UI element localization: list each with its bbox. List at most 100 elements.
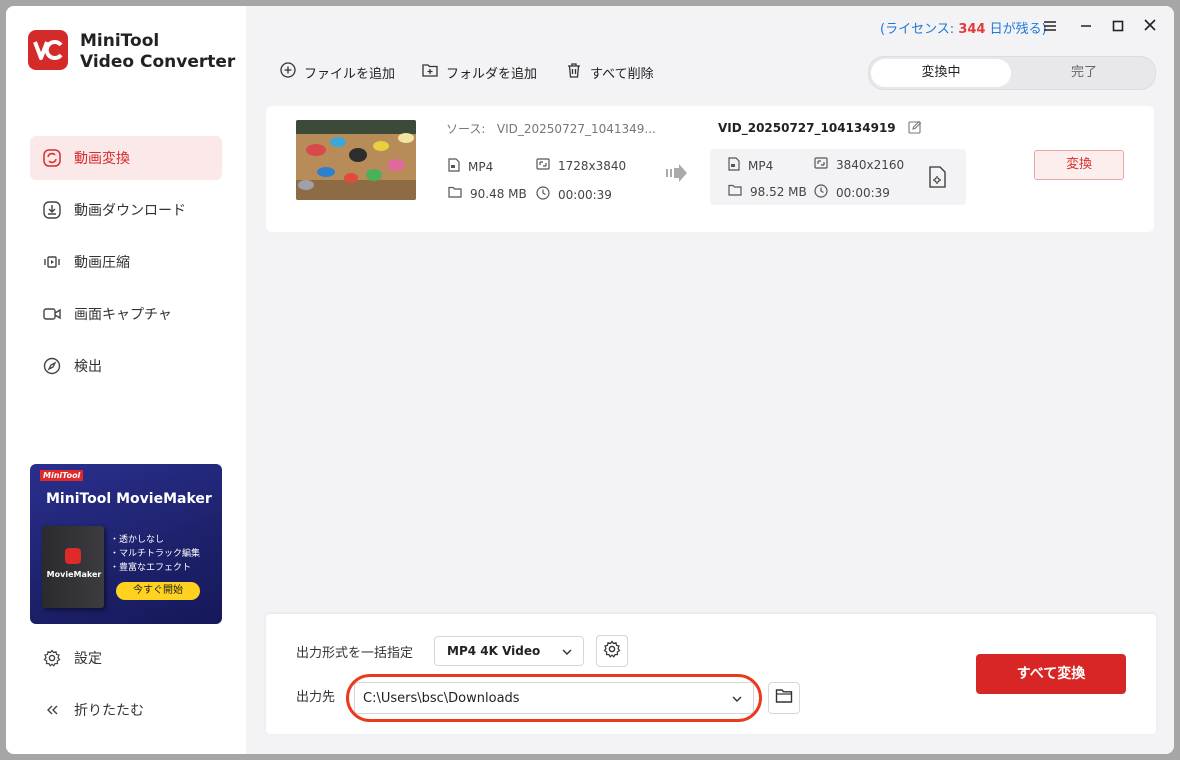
output-destination-label: 出力先: [296, 690, 336, 705]
app-logo: [28, 30, 68, 70]
status-toggle: 変換中 完了: [868, 56, 1156, 90]
close-button[interactable]: [1140, 16, 1160, 36]
source-duration: 00:00:39: [536, 186, 612, 203]
settings-label: 設定: [74, 651, 102, 667]
convert-arrow-icon: [666, 164, 688, 186]
moviemaker-logo-icon: [65, 548, 81, 564]
source-resolution-value: 1728x3840: [558, 158, 627, 173]
sidebar-item-label: 動画ダウンロード: [74, 203, 186, 219]
output-settings-panel: 出力形式を一括指定 MP4 4K Video 出力先 C:\Users\bsc\…: [266, 614, 1156, 734]
source-file-name: VID_20250727_1041349...: [496, 122, 656, 136]
download-icon: [42, 200, 62, 220]
browse-folder-button[interactable]: [768, 682, 800, 714]
output-format-select-value: MP4 4K Video: [447, 644, 541, 658]
folder-icon: [775, 688, 793, 708]
brand-product: Video Converter: [80, 52, 236, 72]
add-folder-button[interactable]: フォルダを追加: [422, 62, 537, 82]
output-format-select[interactable]: MP4 4K Video: [434, 636, 584, 666]
sidebar-item-screen-capture[interactable]: 画面キャプチャ: [30, 292, 222, 336]
add-file-button[interactable]: ファイルを追加: [280, 62, 395, 82]
app-window: MiniTool Video Converter 動画変換 動画ダウンロード 動…: [6, 6, 1174, 754]
license-prefix: (ライセンス:: [880, 22, 959, 37]
sidebar-item-label: 画面キャプチャ: [74, 307, 172, 323]
output-format-value: MP4: [748, 158, 774, 173]
output-format: MP4: [728, 157, 773, 174]
gear-icon: [603, 640, 621, 662]
source-duration-value: 00:00:39: [558, 187, 612, 202]
collapse-label: 折りたたむ: [74, 703, 144, 719]
compass-icon: [42, 356, 62, 376]
minimize-icon: [1080, 17, 1092, 36]
resolution-icon: [814, 157, 836, 172]
trash-icon: [566, 62, 590, 82]
format-settings-button[interactable]: [596, 635, 628, 667]
output-settings-icon[interactable]: [928, 166, 948, 192]
menu-button[interactable]: [1040, 16, 1060, 36]
output-file-name: VID_20250727_104134919: [718, 120, 922, 137]
output-duration: 00:00:39: [814, 184, 890, 201]
video-thumbnail[interactable]: [296, 120, 416, 200]
folder-plus-icon: [422, 62, 446, 82]
close-icon: [1143, 17, 1157, 36]
license-suffix: 日が残る): [985, 22, 1047, 37]
license-days: 344: [958, 22, 986, 37]
minimize-button[interactable]: [1076, 16, 1096, 36]
double-chevron-left-icon: [42, 700, 62, 720]
sidebar-item-video-download[interactable]: 動画ダウンロード: [30, 188, 222, 232]
chevron-down-icon: [561, 646, 573, 660]
sidebar-item-video-compress[interactable]: 動画圧縮: [30, 240, 222, 284]
moviemaker-box-image: MovieMaker: [42, 526, 104, 608]
source-info: ソース: VID_20250727_1041349...: [446, 120, 656, 137]
source-resolution: 1728x3840: [536, 158, 626, 173]
maximize-icon: [1112, 17, 1124, 36]
main-area: (ライセンス: 344 日が残る) ファイルを追加 フォルダを追加 すべて削除 …: [246, 6, 1174, 754]
box-label: MovieMaker: [46, 570, 102, 579]
output-resolution-value: 3840x2160: [836, 157, 905, 172]
start-now-button[interactable]: 今すぐ開始: [116, 582, 200, 600]
add-file-label: ファイルを追加: [304, 66, 396, 82]
delete-all-label: すべて削除: [590, 66, 654, 82]
clock-icon: [814, 184, 836, 201]
compress-icon: [42, 252, 62, 272]
output-size: 98.52 MB: [728, 184, 807, 199]
promo-tag: MiniTool: [40, 470, 84, 481]
sidebar-item-video-convert[interactable]: 動画変換: [30, 136, 222, 180]
output-size-value: 98.52 MB: [750, 184, 807, 199]
maximize-button[interactable]: [1108, 16, 1128, 36]
output-format-label: 出力形式を一括指定: [296, 646, 414, 661]
source-format: MP4: [448, 158, 493, 175]
refresh-icon: [42, 148, 62, 168]
promo-feature: ・豊富なエフェクト: [110, 563, 192, 573]
moviemaker-promo-banner[interactable]: MiniTool MiniTool MovieMaker MovieMaker …: [30, 464, 222, 624]
license-status[interactable]: (ライセンス: 344 日が残る): [880, 18, 1047, 37]
source-format-value: MP4: [468, 159, 494, 174]
output-file-name-text: VID_20250727_104134919: [718, 121, 896, 135]
settings-button[interactable]: 設定: [30, 636, 222, 680]
source-size-value: 90.48 MB: [470, 186, 527, 201]
brand-name: MiniTool: [80, 31, 160, 51]
collapse-sidebar-button[interactable]: 折りたたむ: [30, 688, 222, 732]
promo-title: MiniTool MovieMaker: [46, 491, 212, 507]
tab-converting[interactable]: 変換中: [871, 59, 1011, 87]
gear-icon: [42, 648, 62, 668]
tab-completed[interactable]: 完了: [1014, 59, 1154, 87]
edit-icon[interactable]: [908, 120, 922, 137]
promo-feature: ・マルチトラック編集: [110, 549, 201, 559]
hamburger-icon: [1043, 17, 1057, 36]
sidebar-item-label: 検出: [74, 359, 102, 375]
sidebar: MiniTool Video Converter 動画変換 動画ダウンロード 動…: [6, 6, 246, 754]
promo-feature: ・透かしなし: [110, 535, 165, 545]
resolution-icon: [536, 158, 558, 173]
sidebar-item-label: 動画圧縮: [74, 255, 130, 271]
sidebar-item-label: 動画変換: [74, 151, 130, 167]
convert-all-button[interactable]: すべて変換: [976, 654, 1126, 694]
convert-button[interactable]: 変換: [1034, 150, 1124, 180]
folder-icon: [728, 184, 750, 199]
sidebar-item-discover[interactable]: 検出: [30, 344, 222, 388]
add-folder-label: フォルダを追加: [446, 66, 538, 82]
folder-icon: [448, 186, 470, 201]
conversion-task-card: ソース: VID_20250727_1041349... MP4 1728x38…: [266, 106, 1154, 232]
clock-icon: [536, 186, 558, 203]
delete-all-button[interactable]: すべて削除: [566, 62, 654, 82]
camera-icon: [42, 304, 62, 324]
